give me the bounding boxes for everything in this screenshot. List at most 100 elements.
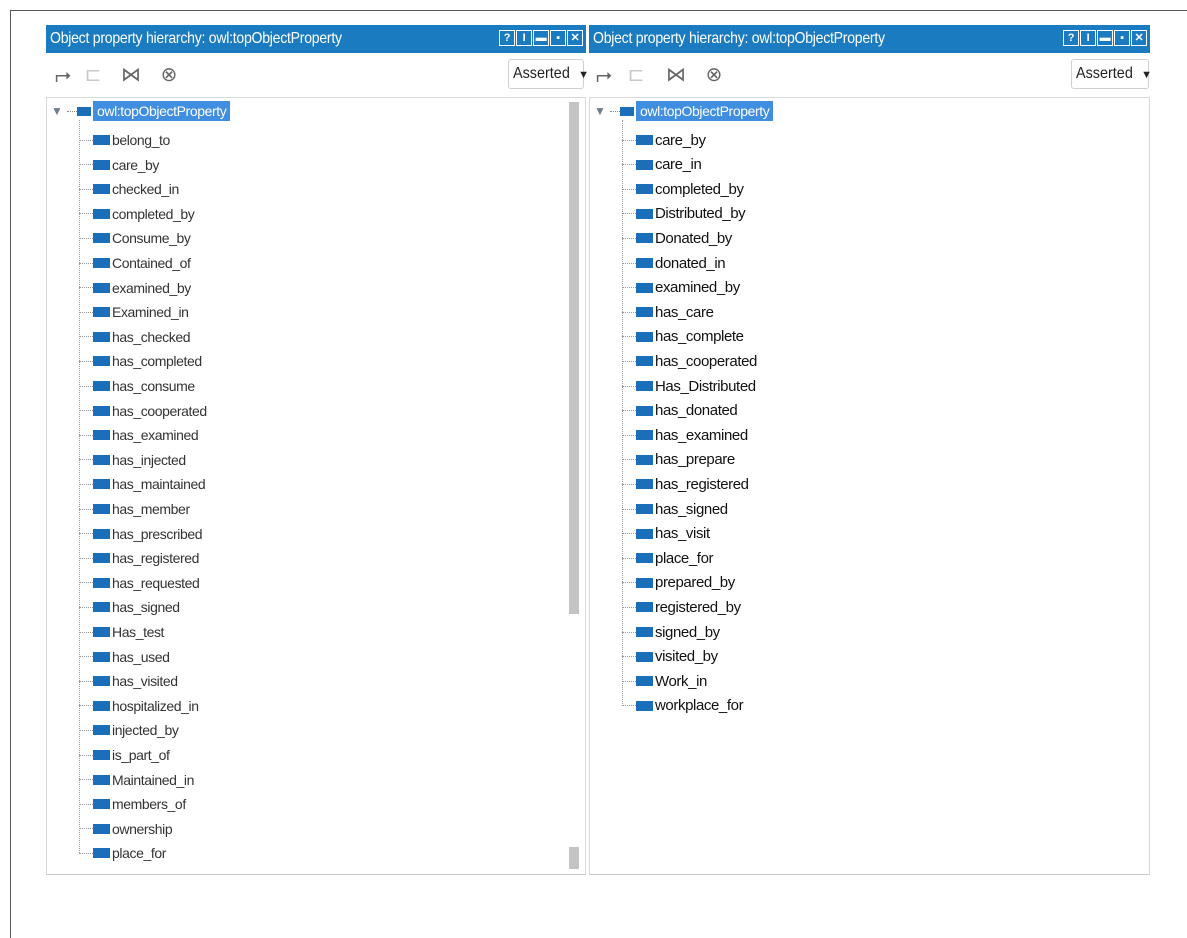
info-button[interactable]: I [1080,30,1096,46]
property-label: has_injected [112,451,186,468]
expand-triangle-icon[interactable]: ▼ [594,104,610,118]
search-icon[interactable]: ⊗ [701,63,727,87]
asserted-dropdown[interactable]: Asserted ▼ [508,59,589,89]
help-button[interactable]: ? [499,30,515,46]
tree-item[interactable]: care_in [622,153,702,177]
tree-item[interactable]: place_for [79,841,166,865]
scrollbar[interactable] [569,102,579,870]
tree-item[interactable]: Work_in [622,669,707,693]
help-button[interactable]: ? [1063,30,1079,46]
add-sibling-icon[interactable]: ⊏ [80,63,106,87]
tree-item[interactable]: care_by [622,128,706,152]
property-label: has_examined [655,426,748,444]
minimize-button[interactable]: ▬ [1097,30,1113,46]
tree-item[interactable]: Maintained_in [79,768,194,792]
tree-item[interactable]: visited_by [622,645,718,669]
delete-property-icon[interactable]: ⋈ [663,63,689,87]
tree-item[interactable]: has_cooperated [79,399,207,423]
property-label: has_checked [112,328,191,345]
tree-item[interactable]: ownership [79,817,173,841]
close-button[interactable]: ✕ [1131,30,1147,46]
tree-item[interactable]: completed_by [79,202,195,226]
info-button[interactable]: I [516,30,532,46]
tree-item[interactable]: hospitalized_in [79,694,199,718]
tree-item[interactable]: signed_by [622,620,720,644]
tree-connector [622,459,636,461]
tree-item[interactable]: has_visited [79,669,178,693]
tree-item[interactable]: examined_by [622,276,740,300]
tree-item[interactable]: registered_by [622,595,741,619]
property-label: has_cooperated [655,352,757,370]
tree-item[interactable]: has_signed [622,497,728,521]
add-subproperty-icon[interactable]: ⮣ [50,63,76,87]
tree-item[interactable]: has_prescribed [79,522,203,546]
property-label: has_registered [112,550,200,567]
tree-item[interactable]: is_part_of [79,743,170,767]
tree-item[interactable]: has_requested [79,571,200,595]
tree-item[interactable]: place_for [622,546,714,570]
tree-item[interactable]: has_signed [79,595,180,619]
search-icon[interactable]: ⊗ [156,63,182,87]
tree-item[interactable]: workplace_for [622,694,744,718]
scroll-thumb-end[interactable] [569,847,579,869]
property-label: members_of [112,796,186,813]
root-label[interactable]: owl:topObjectProperty [93,101,231,121]
tree-item[interactable]: completed_by [622,177,744,201]
tree-item[interactable]: has_cooperated [622,349,757,373]
property-label: registered_by [655,598,741,616]
maximize-button[interactable]: ▪ [1114,30,1130,46]
tree-item[interactable]: has_prepare [622,448,735,472]
maximize-button[interactable]: ▪ [550,30,566,46]
tree-item[interactable]: has_care [622,300,714,324]
tree-item[interactable]: has_consume [79,374,195,398]
scroll-thumb[interactable] [569,102,579,614]
tree-item[interactable]: has_completed [79,349,202,373]
tree-item[interactable]: has_member [79,497,190,521]
tree-item[interactable]: donated_in [622,251,726,275]
tree-root[interactable]: ▼ owl:topObjectProperty [51,100,231,122]
tree-item[interactable]: has_used [79,645,170,669]
property-label: has_registered [655,475,749,493]
tree-connector [79,459,93,461]
object-property-icon [636,282,653,293]
tree-root[interactable]: ▼ owl:topObjectProperty [594,100,774,122]
tree-item[interactable]: has_donated [622,399,738,423]
minimize-button[interactable]: ▬ [533,30,549,46]
tree-connector [622,287,636,289]
tree-item[interactable]: Contained_of [79,251,191,275]
object-property-icon [93,356,110,367]
tree-item[interactable]: has_injected [79,448,186,472]
property-label: workplace_for [655,697,744,715]
tree-item[interactable]: members_of [79,792,186,816]
tree-item[interactable]: care_by [79,153,159,177]
add-subproperty-icon[interactable]: ⮣ [591,63,617,87]
tree-item[interactable]: examined_by [79,276,191,300]
tree-item[interactable]: has_maintained [79,472,206,496]
tree-connector [622,656,636,658]
tree-item[interactable]: has_registered [79,546,199,570]
tree-item[interactable]: has_checked [79,325,191,349]
expand-triangle-icon[interactable]: ▼ [51,104,67,118]
property-label: has_consume [112,378,195,394]
property-label: Maintained_in [112,771,194,788]
tree-item[interactable]: injected_by [79,718,179,742]
tree-item[interactable]: belong_to [79,128,170,152]
tree-item[interactable]: has_examined [622,423,748,447]
close-button[interactable]: ✕ [567,30,583,46]
tree-item[interactable]: Distributed_by [622,202,746,226]
tree-item[interactable]: Consume_by [79,226,191,250]
add-sibling-icon[interactable]: ⊏ [623,63,649,87]
tree-item[interactable]: checked_in [79,177,179,201]
tree-item[interactable]: has_visit [622,522,710,546]
tree-item[interactable]: Has_test [79,620,164,644]
tree-item[interactable]: prepared_by [622,571,735,595]
tree-item[interactable]: has_examined [79,423,199,447]
root-label[interactable]: owl:topObjectProperty [636,101,774,121]
tree-item[interactable]: Examined_in [79,300,189,324]
tree-item[interactable]: Has_Distributed [622,374,756,398]
tree-item[interactable]: has_complete [622,325,744,349]
tree-item[interactable]: Donated_by [622,226,732,250]
asserted-dropdown[interactable]: Asserted ▼ [1071,59,1152,89]
tree-item[interactable]: has_registered [622,472,749,496]
delete-property-icon[interactable]: ⋈ [118,63,144,87]
